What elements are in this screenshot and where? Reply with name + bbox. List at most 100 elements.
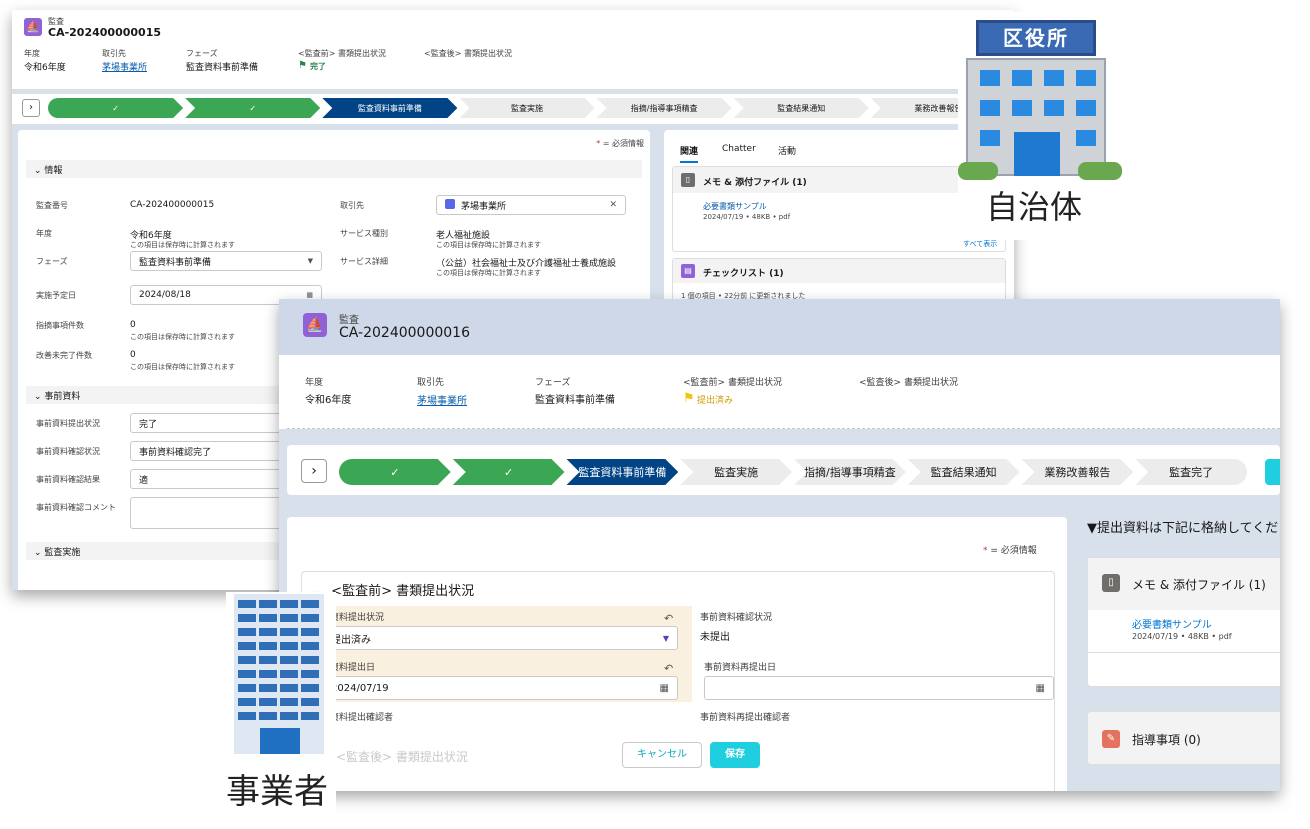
path-bar: › ✓ ✓ 監査資料事前準備 監査実施 指摘/指導事項精査 監査結果通知 業務改善報告 (12, 94, 1014, 124)
checklist-title[interactable]: チェックリスト (1) (703, 266, 784, 279)
pre-section-header[interactable]: ⌄ <監査前> 書類提出状況 (312, 580, 474, 599)
office-window-icon (301, 712, 319, 720)
back-field-value-0: CA-202400000015 (130, 200, 215, 210)
office-window-icon (301, 642, 319, 650)
r1-value: 未提出 (700, 632, 730, 643)
front-path-step-1[interactable]: ✓ (339, 459, 451, 485)
front-hl-label-year: 年度 (305, 378, 324, 388)
object-icon: ⛵ (24, 18, 42, 36)
front-hl-value-year: 令和6年度 (305, 395, 352, 406)
window-icon (1076, 130, 1096, 146)
front-guidance-card: ✎ 指導事項 (0) (1087, 711, 1280, 765)
hl-value-year: 令和6年度 (24, 63, 66, 73)
back-field-label-2: フェーズ (36, 257, 68, 266)
back-field-value-2[interactable]: 監査資料事前準備 ▼ (130, 251, 322, 271)
undo-icon-2[interactable]: ↶ (664, 662, 673, 675)
calendar-icon-2: ▦ (1035, 682, 1045, 694)
office-window-icon (280, 600, 298, 608)
front-path-step-5[interactable]: 指摘/指導事項精査 (794, 459, 906, 485)
office-window-icon (259, 600, 277, 608)
notes-title[interactable]: メモ & 添付ファイル (1) (703, 175, 807, 188)
front-required-note: * = 必須情報 (983, 546, 1037, 556)
back-field-note-4: この項目は保存時に計算されます (130, 333, 235, 341)
f1-select[interactable]: 提出済み ▼ (322, 626, 678, 650)
back-rfield-label-0: 取引先 (340, 201, 364, 210)
tab-chatter[interactable]: Chatter (722, 144, 756, 154)
front-path-step-6[interactable]: 監査結果通知 (908, 459, 1020, 485)
view-all-link[interactable]: すべて表示 (963, 239, 997, 249)
window-icon (980, 100, 1000, 116)
front-path-step-8[interactable]: 監査完了 (1135, 459, 1247, 485)
hl-account-link[interactable]: 茅場事業所 (102, 60, 147, 73)
back-path-step-3[interactable]: 監査資料事前準備 (322, 98, 457, 118)
office-window-icon (259, 642, 277, 650)
office-window-icon (301, 684, 319, 692)
front-notes-card: ▯ メモ & 添付ファイル (1) 必要書類サンプル 2024/07/19 • … (1087, 557, 1280, 687)
front-path-toggle-button[interactable]: › (301, 459, 327, 483)
front-path-step-7[interactable]: 業務改善報告 (1022, 459, 1134, 485)
mark-complete-button[interactable] (1265, 459, 1280, 485)
office-window-icon (238, 600, 256, 608)
back-pre-label-2: 事前資料確認結果 (36, 475, 100, 484)
front-hl-account-link[interactable]: 茅場事業所 (417, 392, 467, 407)
office-window-icon (259, 670, 277, 678)
record-header: ⛵ 監査 CA-202400000015 年度 令和6年度 取引先 茅場事業所 … (12, 10, 1014, 90)
back-path-step-2[interactable]: ✓ (185, 98, 320, 118)
front-file-meta: 2024/07/19 • 48KB • pdf (1132, 632, 1232, 641)
post-section-header[interactable]: <監査後> 書類提出状況 (336, 748, 468, 765)
file-link[interactable]: 必要書類サンプル (703, 201, 767, 212)
pencil-icon: ✎ (1102, 730, 1120, 748)
office-window-icon (280, 628, 298, 636)
back-path-step-5[interactable]: 指摘/指導事項精査 (597, 98, 732, 118)
office-window-icon (238, 670, 256, 678)
r2-label: 事前資料再提出日 (704, 663, 777, 673)
path-toggle-button[interactable]: › (22, 99, 40, 117)
window-icon (1044, 100, 1064, 116)
business-illustration: 事業者 (226, 592, 336, 814)
office-window-icon (259, 712, 277, 720)
section-info-header[interactable]: ⌄ 情報 (26, 160, 642, 178)
checklist-icon: ▤ (681, 264, 695, 278)
office-window-icon (280, 670, 298, 678)
cancel-button[interactable]: キャンセル (622, 742, 702, 768)
back-path-step-6[interactable]: 監査結果通知 (734, 98, 869, 118)
front-guidance-title[interactable]: 指導事項 (0) (1132, 731, 1201, 748)
front-hl-value-phase: 監査資料事前準備 (535, 395, 615, 406)
front-notes-title[interactable]: メモ & 添付ファイル (1) (1132, 576, 1266, 593)
office-window-icon (301, 628, 319, 636)
notes-icon: ▯ (681, 173, 695, 187)
back-rfield-label-2: サービス詳細 (340, 257, 388, 266)
back-field-label-1: 年度 (36, 229, 52, 238)
front-record-header: ⛵ 監査 CA-202400000016 年度 令和6年度 取引先 茅場事業所 … (279, 299, 1280, 429)
office-window-icon (238, 642, 256, 650)
back-rfield-label-1: サービス種別 (340, 229, 388, 238)
r2-date-input[interactable]: ▦ (704, 676, 1054, 700)
tab-related[interactable]: 関連 (680, 144, 699, 163)
front-path-step-2[interactable]: ✓ (453, 459, 565, 485)
file-meta: 2024/07/19 • 48KB • pdf (703, 213, 791, 221)
back-path-step-4[interactable]: 監査実施 (459, 98, 594, 118)
tab-activity[interactable]: 活動 (778, 144, 796, 157)
calendar-icon: ▦ (659, 682, 669, 694)
office-window-icon (238, 628, 256, 636)
hedge-right (1078, 162, 1122, 180)
hl-value-phase: 監査資料事前準備 (186, 63, 259, 73)
front-path-step-4[interactable]: 監査実施 (680, 459, 792, 485)
back-pre-label-1: 事前資料確認状況 (36, 447, 100, 456)
business-label: 事業者 (226, 772, 328, 812)
window-icon (1044, 70, 1064, 86)
window-icon (980, 130, 1000, 146)
front-file-link[interactable]: 必要書類サンプル (1132, 616, 1212, 631)
back-field-label-4: 指摘事項件数 (36, 321, 84, 330)
office-window-icon (259, 684, 277, 692)
f2-date-input[interactable]: 2024/07/19 ▦ (322, 676, 678, 700)
back-path-step-1[interactable]: ✓ (48, 98, 183, 118)
save-button[interactable]: 保存 (710, 742, 760, 768)
office-window-icon (301, 614, 319, 622)
undo-icon[interactable]: ↶ (664, 612, 673, 625)
required-note: * = 必須情報 (596, 139, 644, 148)
front-path-step-3[interactable]: 監査資料事前準備 (567, 459, 679, 485)
front-hl-label-phase: フェーズ (535, 378, 571, 388)
window-icon (980, 70, 1000, 86)
back-rfield-value-0[interactable]: 茅場事業所 ✕ (436, 195, 626, 215)
